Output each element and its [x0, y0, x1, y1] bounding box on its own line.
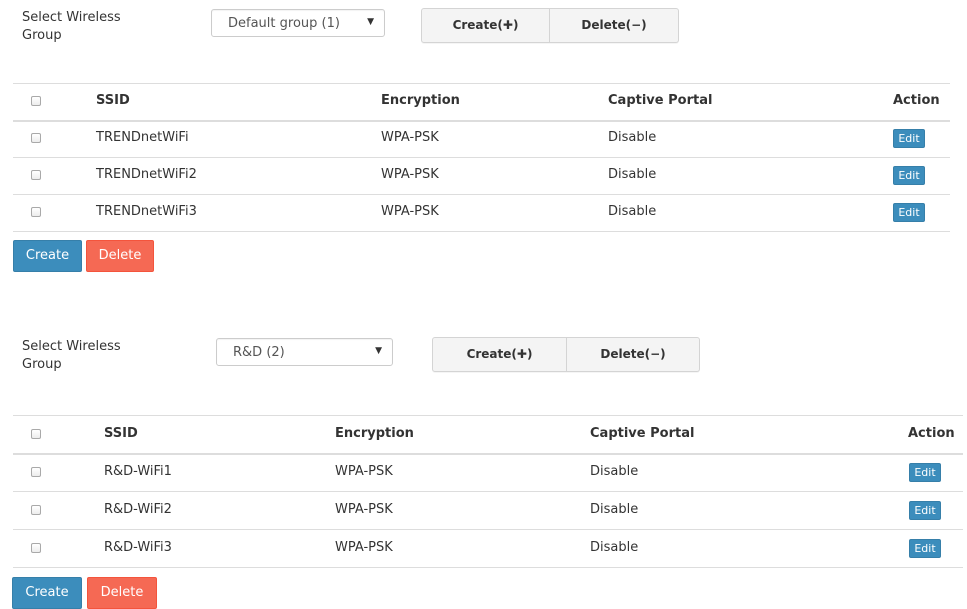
captive-portal-cell: Disable	[590, 540, 639, 555]
edit-button[interactable]: Edit	[909, 463, 941, 482]
row-checkbox[interactable]	[31, 543, 41, 553]
encryption-cell: WPA-PSK	[335, 502, 393, 517]
edit-button[interactable]: Edit	[909, 501, 941, 520]
captive-portal-cell: Disable	[590, 464, 639, 479]
encryption-cell: WPA-PSK	[335, 464, 393, 479]
wireless-group-select[interactable]: R&D (2) ▼	[216, 338, 393, 366]
select-all-checkbox[interactable]	[31, 429, 41, 439]
column-header-action: Action	[908, 426, 955, 441]
selected-group-value: R&D (2)	[233, 345, 285, 360]
column-header-encryption: Encryption	[335, 426, 414, 441]
column-header-ssid: SSID	[104, 426, 138, 441]
ssid-cell: R&D-WiFi3	[104, 540, 172, 555]
delete-ssid-button[interactable]: Delete	[87, 577, 157, 609]
select-wireless-group-label: Select Wireless Group	[22, 339, 121, 372]
table-header-border	[13, 453, 963, 455]
delete-group-button[interactable]: Delete(−)	[567, 337, 700, 372]
table-bottom-border	[13, 567, 963, 568]
captive-portal-cell: Disable	[590, 502, 639, 517]
row-checkbox[interactable]	[31, 505, 41, 515]
column-header-captive-portal: Captive Portal	[590, 426, 695, 441]
create-group-button[interactable]: Create(✚)	[432, 337, 567, 372]
row-divider	[13, 529, 963, 530]
row-divider	[13, 491, 963, 492]
create-ssid-button[interactable]: Create	[12, 577, 82, 609]
ssid-cell: R&D-WiFi1	[104, 464, 172, 479]
chevron-down-icon: ▼	[375, 346, 382, 356]
wireless-group-section-rnd: Select Wireless Group R&D (2) ▼ Create(✚…	[0, 0, 967, 609]
encryption-cell: WPA-PSK	[335, 540, 393, 555]
row-checkbox[interactable]	[31, 467, 41, 477]
table-top-border	[13, 415, 963, 416]
ssid-cell: R&D-WiFi2	[104, 502, 172, 517]
edit-button[interactable]: Edit	[909, 539, 941, 558]
